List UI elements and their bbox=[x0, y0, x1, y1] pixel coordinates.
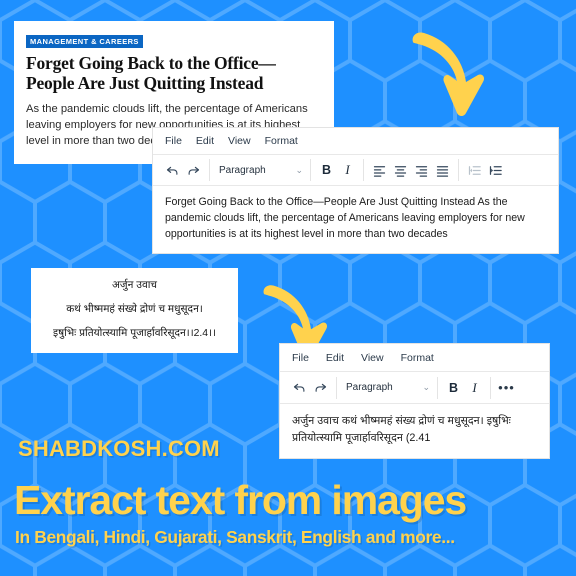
menu-file[interactable]: File bbox=[292, 352, 309, 364]
italic-button[interactable]: I bbox=[337, 160, 358, 181]
italic-button[interactable]: I bbox=[464, 377, 485, 398]
brand-headline: Extract text from images bbox=[14, 477, 467, 523]
toolbar-group-history bbox=[157, 155, 209, 185]
toolbar-group-align bbox=[364, 155, 458, 185]
menu-view[interactable]: View bbox=[228, 135, 251, 147]
editor-toolbar: Paragraph ⌄ B I ••• bbox=[280, 372, 549, 404]
toolbar-group-format: B I bbox=[311, 155, 363, 185]
align-justify-icon[interactable] bbox=[432, 160, 453, 181]
editor-toolbar: Paragraph ⌄ B I bbox=[153, 155, 558, 186]
sanskrit-source-card: अर्जुन उवाच कथं भीष्ममहं संख्ये द्रोणं च… bbox=[31, 268, 238, 354]
paragraph-style-select[interactable]: Paragraph ⌄ bbox=[215, 160, 305, 181]
chevron-down-icon: ⌄ bbox=[295, 164, 303, 175]
editor-content-sanskrit[interactable]: अर्जुन उवाच कथं भीष्ममहं संख्य द्रोणं च … bbox=[280, 404, 549, 458]
bold-button[interactable]: B bbox=[316, 160, 337, 181]
sanskrit-line-1: अर्जुन उवाच bbox=[111, 280, 158, 291]
align-left-icon[interactable] bbox=[369, 160, 390, 181]
indent-icon[interactable] bbox=[485, 160, 506, 181]
undo-icon[interactable] bbox=[162, 160, 183, 181]
brand-site-name: SHABDKOSH.COM bbox=[18, 436, 220, 461]
sanskrit-line-2: कथं भीष्ममहं संख्ये द्रोणं च मधुसूदन। bbox=[66, 304, 203, 316]
news-headline: Forget Going Back to the Office—People A… bbox=[26, 53, 276, 94]
bold-button[interactable]: B bbox=[443, 377, 464, 398]
paragraph-style-select[interactable]: Paragraph ⌄ bbox=[342, 377, 432, 398]
sanskrit-line-3: इषुभिः प्रतियोत्स्यामि पूजार्हावरिसूदन।।… bbox=[53, 328, 216, 340]
undo-icon[interactable] bbox=[289, 377, 310, 398]
editor-menubar: File Edit View Format bbox=[153, 128, 558, 155]
editor-content-english[interactable]: Forget Going Back to the Office—People A… bbox=[153, 186, 558, 253]
menu-format[interactable]: Format bbox=[401, 352, 434, 364]
menu-edit[interactable]: Edit bbox=[196, 135, 214, 147]
toolbar-group-style: Paragraph ⌄ bbox=[210, 155, 310, 185]
toolbar-group-history bbox=[284, 372, 336, 403]
text-editor-window-sanskrit[interactable]: File Edit View Format Paragraph ⌄ B I ••… bbox=[279, 343, 550, 459]
promo-graphic: MANAGEMENT & CAREERS Forget Going Back t… bbox=[0, 0, 576, 576]
menu-format[interactable]: Format bbox=[265, 135, 298, 147]
align-center-icon[interactable] bbox=[390, 160, 411, 181]
menu-view[interactable]: View bbox=[361, 352, 384, 364]
toolbar-group-format: B I bbox=[438, 372, 490, 403]
align-right-icon[interactable] bbox=[411, 160, 432, 181]
menu-file[interactable]: File bbox=[165, 135, 182, 147]
redo-icon[interactable] bbox=[183, 160, 204, 181]
toolbar-group-indent bbox=[459, 155, 511, 185]
outdent-icon[interactable] bbox=[464, 160, 485, 181]
chevron-down-icon: ⌄ bbox=[422, 382, 430, 392]
text-editor-window-english[interactable]: File Edit View Format Paragraph ⌄ B I Fo… bbox=[152, 127, 559, 254]
toolbar-group-overflow: ••• bbox=[491, 372, 522, 403]
brand-subline: In Bengali, Hindi, Gujarati, Sanskrit, E… bbox=[15, 527, 455, 547]
menu-edit[interactable]: Edit bbox=[326, 352, 344, 364]
editor-menubar: File Edit View Format bbox=[280, 344, 549, 372]
paragraph-style-value: Paragraph bbox=[346, 382, 393, 393]
arrow-top-icon bbox=[412, 32, 485, 116]
more-options-icon[interactable]: ••• bbox=[496, 377, 517, 398]
redo-icon[interactable] bbox=[310, 377, 331, 398]
paragraph-style-value: Paragraph bbox=[219, 164, 266, 176]
news-kicker-badge: MANAGEMENT & CAREERS bbox=[26, 35, 143, 48]
toolbar-group-style: Paragraph ⌄ bbox=[337, 372, 437, 403]
